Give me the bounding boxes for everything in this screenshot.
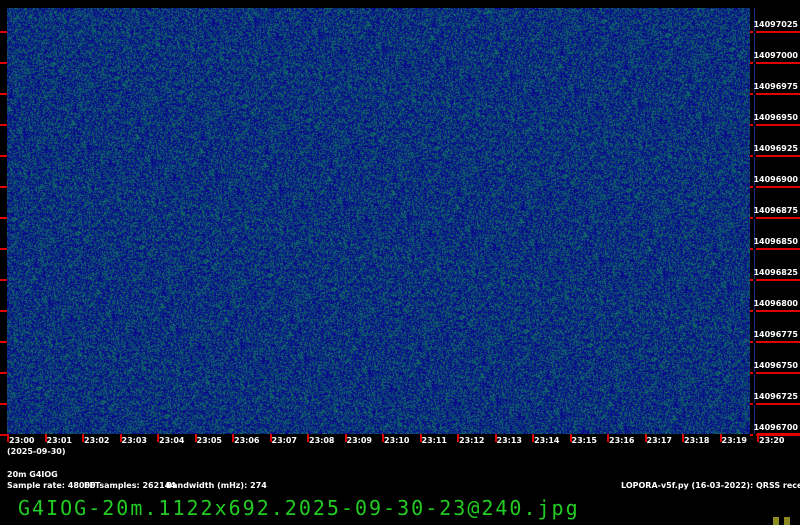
date-label: (2025-09-30) [7,447,66,456]
time-tick-label: 23:03 [121,436,147,445]
freq-tick-right [750,279,800,281]
right-border-line [754,8,755,434]
time-tick-label: 23:10 [384,436,410,445]
time-tick-label: 23:19 [721,436,747,445]
bandwidth-label: Bandwidth (mHz): 274 [166,481,267,490]
marker-square [784,517,790,525]
freq-tick-right [750,186,800,188]
freq-tick-left [0,310,7,312]
spectrogram-waterfall [7,8,750,434]
freq-tick-label: 14096800 [753,299,798,308]
time-tick-label: 23:15 [571,436,597,445]
freq-tick-right [750,310,800,312]
freq-tick-left [0,341,7,343]
freq-tick-left [0,434,7,436]
freq-tick-left [0,31,7,33]
freq-tick-label: 14096875 [753,206,798,215]
freq-tick-label: 14096975 [753,82,798,91]
fft-samples-label: FFTsamples: 262144 [84,481,176,490]
freq-tick-label: 14096725 [753,392,798,401]
time-tick-label: 23:14 [534,436,560,445]
filename-caption: G4IOG-20m.1122x692.2025-09-30-23@240.jpg [18,496,580,520]
axis-corner-line [757,433,800,435]
freq-tick-left [0,279,7,281]
freq-tick-right [750,93,800,95]
freq-tick-label: 14096900 [753,175,798,184]
freq-tick-label: 14096700 [753,423,798,432]
time-tick-label: 23:00 [9,436,35,445]
time-tick-label: 23:05 [196,436,222,445]
time-tick-label: 23:18 [684,436,710,445]
freq-tick-label: 14097025 [753,20,798,29]
time-tick-label: 23:20 [759,436,785,445]
time-tick-label: 23:02 [84,436,110,445]
freq-tick-label: 14096825 [753,268,798,277]
time-tick-label: 23:01 [46,436,72,445]
time-tick-label: 23:08 [309,436,335,445]
freq-tick-left [0,124,7,126]
freq-tick-left [0,93,7,95]
freq-tick-right [750,403,800,405]
time-tick-label: 23:07 [271,436,297,445]
time-tick-label: 23:09 [346,436,372,445]
time-tick-label: 23:04 [159,436,185,445]
freq-tick-label: 14096750 [753,361,798,370]
freq-tick-right [750,62,800,64]
freq-tick-right [750,155,800,157]
marker-square [773,517,779,525]
time-tick-label: 23:17 [646,436,672,445]
time-tick-label: 23:11 [421,436,447,445]
freq-tick-label: 14096850 [753,237,798,246]
station-label: 20m G4IOG [7,470,58,479]
freq-tick-right [750,341,800,343]
freq-tick-left [0,372,7,374]
freq-tick-right [750,217,800,219]
freq-tick-right [750,31,800,33]
freq-tick-label: 14096950 [753,113,798,122]
freq-tick-label: 14096775 [753,330,798,339]
time-tick-label: 23:06 [234,436,260,445]
time-tick-label: 23:12 [459,436,485,445]
sample-rate-label: Sample rate: 48000 [7,481,96,490]
time-tick-label: 23:16 [609,436,635,445]
freq-tick-left [0,186,7,188]
freq-tick-left [0,217,7,219]
freq-tick-right [750,248,800,250]
freq-tick-right [750,372,800,374]
freq-tick-left [0,62,7,64]
freq-tick-right [750,124,800,126]
freq-tick-left [0,155,7,157]
freq-tick-label: 14096925 [753,144,798,153]
time-tick-label: 23:13 [496,436,522,445]
freq-tick-left [0,248,7,250]
freq-tick-label: 14097000 [753,51,798,60]
software-label: LOPORA-v5f.py (16-03-2022): QRSS recepti… [621,481,800,490]
freq-tick-left [0,403,7,405]
